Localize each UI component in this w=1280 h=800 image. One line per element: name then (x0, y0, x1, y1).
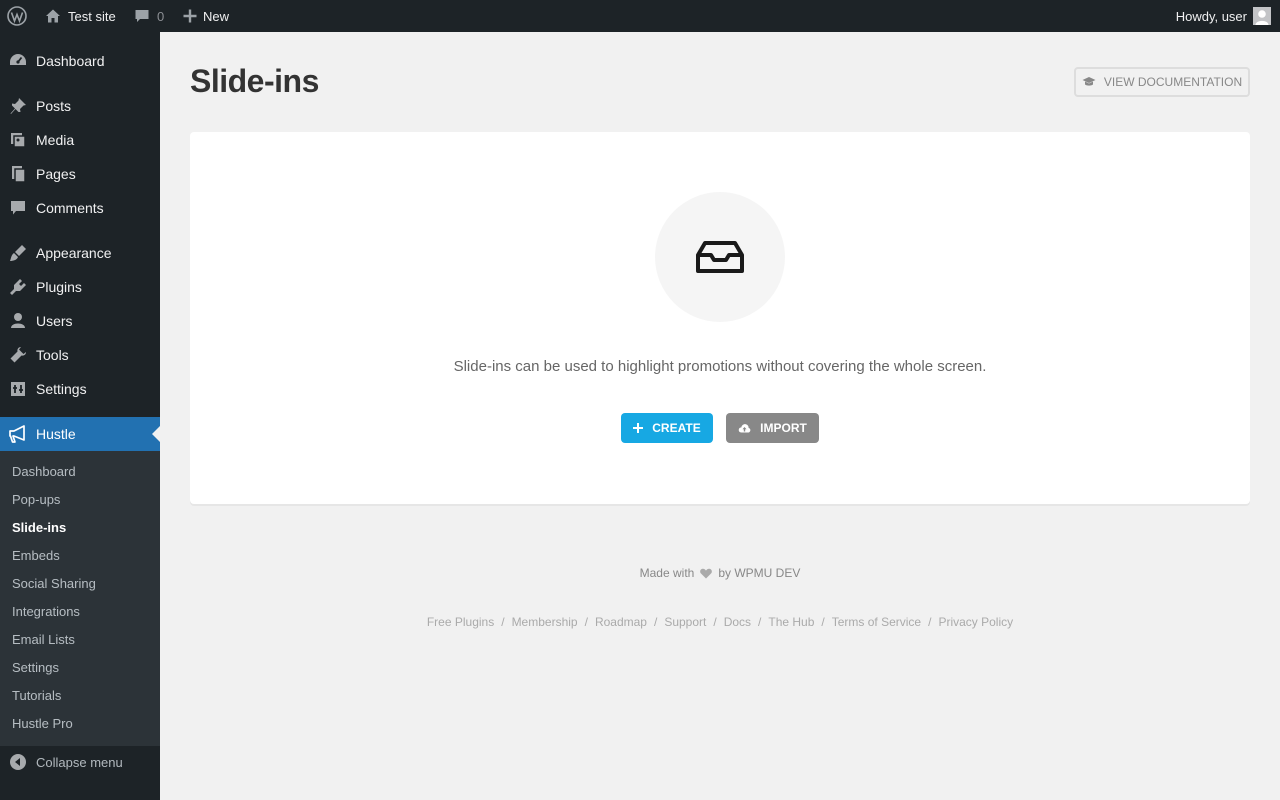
wordpress-logo-icon[interactable] (7, 0, 27, 32)
sidebar-item-pages[interactable]: Pages (0, 157, 160, 191)
sidebar-item-label: Posts (36, 98, 72, 114)
account-menu[interactable]: Howdy, user (1176, 0, 1271, 32)
sidebar-item-plugins[interactable]: Plugins (0, 270, 160, 304)
footer-link-membership[interactable]: Membership (512, 615, 578, 629)
sidebar-item-hustle[interactable]: Hustle (0, 417, 160, 451)
footer-link-roadmap[interactable]: Roadmap (595, 615, 647, 629)
comments-link[interactable]: 0 (134, 0, 164, 32)
graduation-cap-icon (1082, 77, 1096, 86)
sidebar-item-label: Media (36, 132, 75, 148)
footer-link-privacy-policy[interactable]: Privacy Policy (938, 615, 1013, 629)
made-with-text: Made with (639, 566, 695, 580)
submenu-item-settings[interactable]: Settings (12, 660, 59, 675)
sidebar-item-label: Dashboard (36, 53, 105, 69)
collapse-arrow-icon (0, 753, 36, 771)
footer-separator: / (584, 615, 588, 629)
sidebar-item-appearance[interactable]: Appearance (0, 236, 160, 270)
create-label: Create (652, 421, 701, 435)
submenu-item-integrations[interactable]: Integrations (12, 604, 80, 619)
submenu-item-dashboard[interactable]: Dashboard (12, 464, 76, 479)
sidebar-item-tools[interactable]: Tools (0, 338, 160, 372)
footer-separator: / (928, 615, 932, 629)
comment-bubble-icon (135, 10, 149, 22)
sidebar-item-label: Pages (36, 166, 76, 182)
wrench-icon (0, 345, 36, 365)
sidebar-item-label: Users (36, 313, 73, 329)
submenu-item-embeds[interactable]: Embeds (12, 548, 60, 563)
sidebar-item-label: Appearance (36, 245, 112, 261)
main-content: Slide-ins View Documentation Slide-ins c… (160, 32, 1280, 800)
megaphone-icon (0, 424, 36, 444)
new-label: New (203, 8, 230, 24)
footer-links: Free Plugins / Membership / Roadmap / Su… (160, 615, 1280, 629)
admin-sidebar: Dashboard Posts Media Pages Comments App… (0, 32, 160, 800)
plugin-icon (0, 277, 36, 297)
pin-icon (0, 96, 36, 116)
import-label: Import (760, 421, 807, 435)
pages-icon (0, 164, 36, 184)
collapse-menu-button[interactable]: Collapse menu (0, 749, 160, 775)
footer-link-terms-of-service[interactable]: Terms of Service (832, 615, 921, 629)
submenu-item-social-sharing[interactable]: Social Sharing (12, 576, 96, 591)
comments-icon (0, 198, 36, 218)
submenu-item-tutorials[interactable]: Tutorials (12, 688, 61, 703)
plus-icon (183, 9, 197, 23)
sidebar-item-users[interactable]: Users (0, 304, 160, 338)
footer-separator: / (758, 615, 762, 629)
howdy-text: Howdy, user (1175, 8, 1247, 24)
sidebar-item-label: Hustle (36, 426, 76, 442)
inbox-icon (696, 241, 744, 273)
by-wpmu-dev-text: by WPMU DEV (718, 566, 801, 580)
empty-state-text: Slide-ins can be used to highlight promo… (453, 358, 987, 375)
empty-state-illustration (655, 192, 785, 322)
page-title: Slide-ins (190, 63, 319, 99)
sidebar-item-comments[interactable]: Comments (0, 191, 160, 225)
cloud-upload-icon (738, 424, 751, 433)
submenu-item-popups[interactable]: Pop-ups (12, 492, 60, 507)
plus-icon (633, 423, 644, 433)
create-button[interactable]: Create (621, 413, 713, 443)
view-documentation-label: View Documentation (1103, 75, 1243, 89)
admin-bar: Test site 0 New Howdy, user (0, 0, 1280, 32)
site-name: Test site (68, 8, 116, 24)
view-documentation-button[interactable]: View Documentation (1074, 67, 1250, 97)
footer-separator: / (501, 615, 505, 629)
sidebar-item-label: Comments (36, 200, 104, 216)
dashboard-icon (0, 51, 36, 71)
users-icon (0, 311, 36, 331)
sidebar-item-label: Tools (36, 347, 69, 363)
home-icon (46, 9, 60, 23)
new-content-link[interactable]: New (183, 0, 229, 32)
submenu-item-slideins[interactable]: Slide-ins (12, 520, 66, 535)
footer-separator: / (821, 615, 825, 629)
footer-link-the-hub[interactable]: The Hub (768, 615, 814, 629)
import-button[interactable]: Import (726, 413, 819, 443)
footer-link-docs[interactable]: Docs (724, 615, 751, 629)
footer-credit: Made with by WPMU DEV (160, 566, 1280, 580)
brush-icon (0, 243, 36, 263)
sidebar-item-media[interactable]: Media (0, 123, 160, 157)
avatar (1253, 7, 1271, 25)
site-name-link[interactable]: Test site (44, 0, 116, 32)
collapse-label: Collapse menu (36, 754, 123, 770)
comments-count: 0 (157, 8, 165, 24)
hustle-submenu: Dashboard Pop-ups Slide-ins Embeds Socia… (0, 451, 160, 746)
heart-icon (700, 568, 713, 578)
footer-separator: / (713, 615, 717, 629)
empty-state-box: Slide-ins can be used to highlight promo… (190, 132, 1250, 504)
media-icon (0, 130, 36, 150)
footer-link-support[interactable]: Support (664, 615, 706, 629)
settings-icon (0, 379, 36, 399)
submenu-item-hustle-pro[interactable]: Hustle Pro (12, 716, 73, 731)
submenu-item-email-lists[interactable]: Email Lists (12, 632, 75, 647)
footer-link-free-plugins[interactable]: Free Plugins (427, 615, 494, 629)
footer-separator: / (653, 615, 658, 629)
sidebar-item-label: Plugins (36, 279, 82, 295)
sidebar-item-label: Settings (36, 381, 87, 397)
sidebar-item-settings[interactable]: Settings (0, 372, 160, 406)
sidebar-item-dashboard[interactable]: Dashboard (0, 44, 160, 78)
sidebar-item-posts[interactable]: Posts (0, 89, 160, 123)
